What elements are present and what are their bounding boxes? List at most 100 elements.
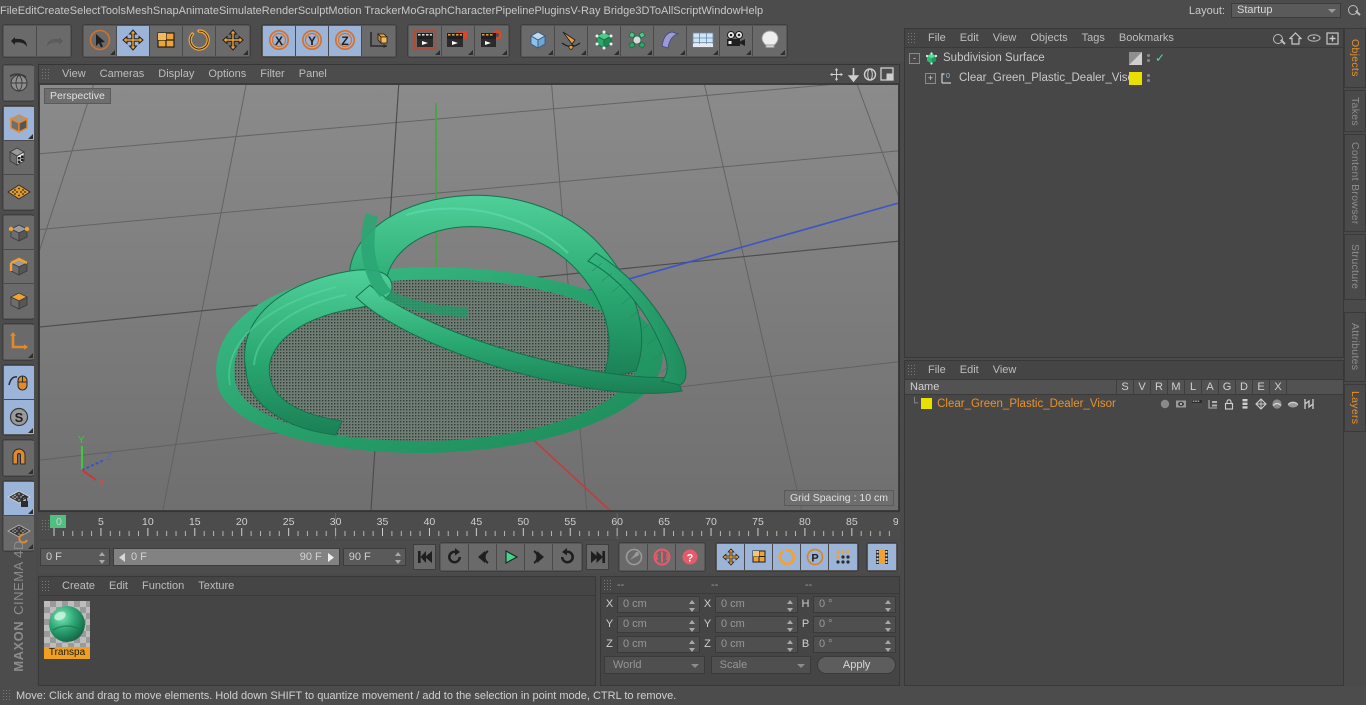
panel-grip-icon[interactable] [41,579,51,593]
rotate-tool-button[interactable] [183,26,216,56]
coordinate-mode-dropdown[interactable]: Scale [710,656,812,674]
menu-item-mesh[interactable]: Mesh [126,5,153,17]
go-to-end-button[interactable] [586,544,610,570]
visibility-dots-icon[interactable] [1147,74,1150,82]
menu-item-window[interactable]: Window [701,5,740,17]
parameter-key-button[interactable] [829,544,858,570]
lock-y-axis-button[interactable]: Y [296,26,329,56]
spinner-icon[interactable] [689,599,696,612]
layer-menu-file[interactable]: File [921,361,953,380]
object-menu-objects[interactable]: Objects [1023,29,1074,48]
render-view-button[interactable] [409,26,442,56]
material-menu-function[interactable]: Function [135,577,191,596]
visible-icon[interactable] [1175,398,1187,410]
next-key-button[interactable] [553,544,582,570]
record-active-objects-button[interactable] [620,544,649,570]
layer-column-l[interactable]: L [1185,379,1202,395]
current-frame-field[interactable]: 0 F [40,548,110,566]
polygons-mode-button[interactable] [4,284,34,318]
spinner-icon[interactable] [885,639,892,652]
layer-column-v[interactable]: V [1134,379,1151,395]
menu-item-motion-tracker[interactable]: Motion Tracker [328,5,401,17]
rotate-view-icon[interactable] [863,67,877,82]
points-mode-button[interactable] [4,216,34,250]
menu-item-create[interactable]: Create [37,5,70,17]
apply-button[interactable]: Apply [817,656,897,674]
add-modeling-object-button[interactable] [621,26,654,56]
layer-name[interactable]: Clear_Green_Plastic_Dealer_Visor [937,398,1116,410]
object-tag-swatch[interactable] [1129,71,1142,85]
xref-icon[interactable] [1303,398,1315,410]
move-alt-button[interactable] [216,26,249,56]
position-field[interactable]: 0 cm [617,595,700,613]
viewport-canvas[interactable]: Perspective Grid Spacing : 10 cm Y Z X [40,85,898,510]
add-generator-button[interactable] [588,26,621,56]
spinner-icon[interactable] [885,619,892,632]
menu-item-file[interactable]: File [0,5,18,17]
material-preview[interactable] [44,601,90,647]
magnet-button[interactable] [4,441,34,475]
new-layer-icon[interactable] [1326,31,1339,45]
add-deformer-button[interactable] [654,26,687,56]
home-icon[interactable] [1289,31,1302,45]
panel-grip-icon[interactable] [41,67,51,81]
lock-z-axis-button[interactable]: Z [329,26,362,56]
material-menu-texture[interactable]: Texture [191,577,241,596]
material-name[interactable]: Transpa [44,647,90,659]
expression-icon[interactable] [1287,398,1299,410]
object-name[interactable]: Subdivision Surface [943,52,1045,64]
render-icon[interactable] [1191,398,1203,410]
layer-column-m[interactable]: M [1168,379,1185,395]
lock-icon[interactable] [1223,398,1235,410]
add-cube-button[interactable] [522,26,555,56]
coordinate-system-dropdown[interactable]: World [604,656,705,674]
soft-selection-button[interactable]: S [4,400,34,434]
material-item[interactable]: Transpa [44,601,90,659]
menu-item-pipeline[interactable]: Pipeline [495,5,534,17]
viewport-menu-options[interactable]: Options [201,65,253,84]
object-menu-tags[interactable]: Tags [1075,29,1112,48]
right-tab-content-browser[interactable]: Content Browser [1344,134,1366,232]
object-menu-file[interactable]: File [921,29,953,48]
object-menu-edit[interactable]: Edit [953,29,986,48]
undo-view-button[interactable] [4,66,34,100]
prev-key-button[interactable] [441,544,470,570]
viewport-menu-view[interactable]: View [55,65,93,84]
timeline-ruler-panel[interactable]: 051015202530354045505560657075808590 [38,513,900,539]
layer-menu-edit[interactable]: Edit [953,361,986,380]
position-field[interactable]: 0 cm [617,615,700,633]
layer-column-g[interactable]: G [1219,379,1236,395]
layer-column-r[interactable]: R [1151,379,1168,395]
go-to-start-button[interactable] [413,544,437,570]
rotation-field[interactable]: 0 ° [813,595,896,613]
layer-column-a[interactable]: A [1202,379,1219,395]
spinner-icon[interactable] [689,619,696,632]
material-menu-edit[interactable]: Edit [102,577,135,596]
enable-axis-button[interactable] [4,325,34,359]
layer-color-swatch[interactable] [921,398,933,409]
expand-toggle-icon[interactable]: + [925,72,936,84]
undo-button[interactable] [4,26,37,56]
viewport-menu-display[interactable]: Display [151,65,201,84]
size-field[interactable]: 0 cm [715,595,798,613]
add-spline-button[interactable] [555,26,588,56]
right-tab-attributes[interactable]: Attributes [1344,312,1366,382]
panel-grip-icon[interactable] [907,31,917,45]
add-scene-object-button[interactable] [687,26,720,56]
object-row[interactable]: +0 Clear_Green_Plastic_Dealer_Visor [905,68,1343,88]
layer-rows[interactable]: └ Clear_Green_Plastic_Dealer_Visor [905,395,1343,412]
pla-key-button[interactable]: P [801,544,830,570]
range-right-arrow-icon[interactable] [326,552,335,562]
layer-column-d[interactable]: D [1236,379,1253,395]
material-grid[interactable]: Transpa [39,596,595,664]
menu-item-select[interactable]: Select [70,5,101,17]
texture-mode-button[interactable] [4,141,34,175]
viewport-menu-cameras[interactable]: Cameras [93,65,152,84]
model-mode-button[interactable] [4,107,34,141]
autokeying-button[interactable] [648,544,677,570]
material-menu-create[interactable]: Create [55,577,102,596]
layer-column-s[interactable]: S [1117,379,1134,395]
panel-grip-icon[interactable] [2,689,12,702]
layer-column-e[interactable]: E [1253,379,1270,395]
play-button[interactable] [497,544,526,570]
